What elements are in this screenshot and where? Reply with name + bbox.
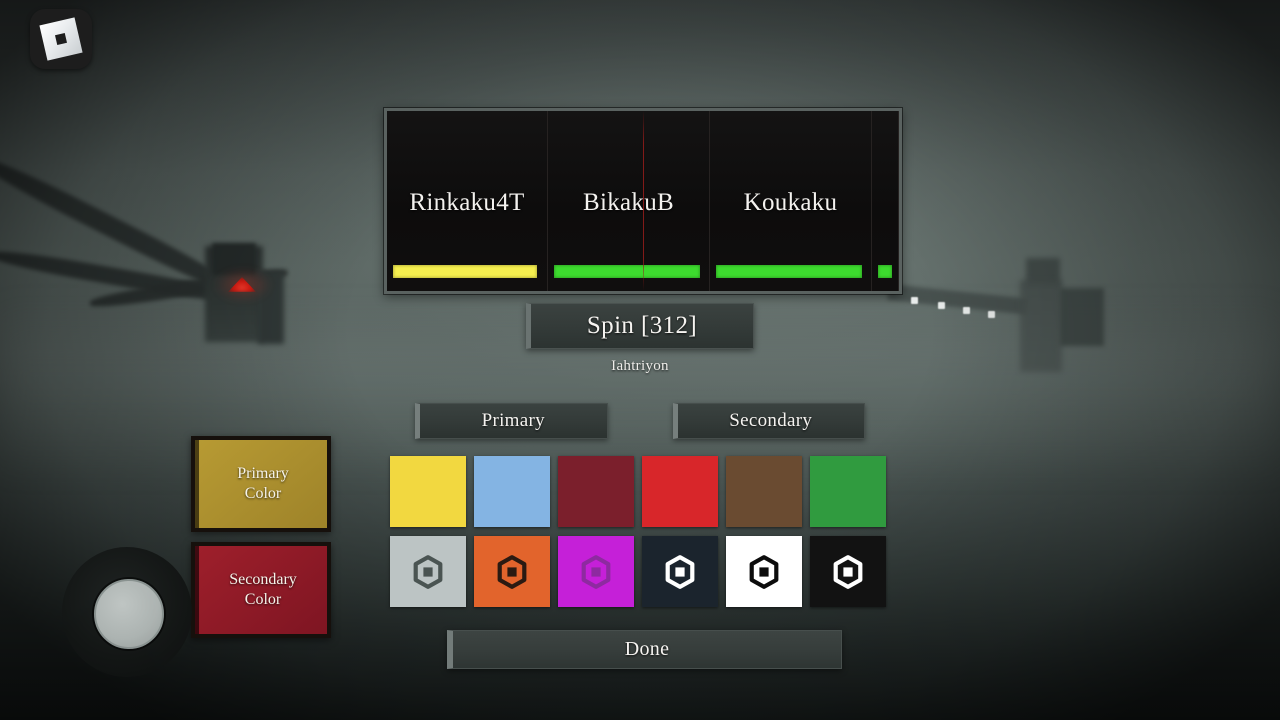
- kagune-slot-3-bar: [716, 265, 865, 278]
- kagune-slot-2-bar-fill: [554, 265, 701, 278]
- player-character-right-accessory: [1060, 288, 1104, 346]
- color-target-tabs: Primary Secondary: [415, 403, 865, 439]
- roblox-icon: [749, 554, 779, 589]
- primary-color-swatch: Primary Color: [195, 440, 327, 528]
- spin-button[interactable]: Spin [312]: [526, 303, 754, 349]
- kagune-slot-3[interactable]: Koukaku: [710, 111, 872, 291]
- primary-color-label-line2: Color: [244, 485, 282, 502]
- swatch-green[interactable]: [810, 456, 886, 527]
- kagune-slot-1-label: Rinkaku4T: [409, 189, 525, 216]
- done-button[interactable]: Done: [447, 630, 842, 669]
- swatch-dark-navy[interactable]: [642, 536, 718, 607]
- swatch-light-blue[interactable]: [474, 456, 550, 527]
- kagune-slot-4-bar-fill: [878, 265, 892, 278]
- game-screen: Rinkaku4T BikakuB Koukaku Spin [312] Iah…: [0, 0, 1280, 720]
- roblox-icon: [413, 554, 443, 589]
- tab-secondary-label: Secondary: [729, 410, 813, 431]
- swatch-magenta[interactable]: [558, 536, 634, 607]
- player-username: Iahtriyon: [611, 358, 669, 374]
- tab-secondary[interactable]: Secondary: [672, 403, 865, 439]
- secondary-color-label-line2: Color: [244, 591, 282, 608]
- secondary-color-button[interactable]: Secondary Color: [191, 542, 331, 638]
- kagune-slot-4-bar: [878, 265, 892, 278]
- swatch-black[interactable]: [810, 536, 886, 607]
- secondary-color-swatch: Secondary Color: [195, 546, 327, 634]
- background-light-dot: [911, 297, 918, 304]
- roblox-icon: [833, 554, 863, 589]
- swatch-red[interactable]: [642, 456, 718, 527]
- primary-color-button[interactable]: Primary Color: [191, 436, 331, 532]
- secondary-color-label-line1: Secondary: [229, 571, 297, 588]
- roblox-icon: [665, 554, 695, 589]
- kagune-slot-1-bar: [393, 265, 541, 278]
- background-light-dot: [963, 307, 970, 314]
- done-button-label: Done: [624, 638, 670, 660]
- roblox-icon: [581, 554, 611, 589]
- swatch-dark-maroon[interactable]: [558, 456, 634, 527]
- swatch-brown[interactable]: [726, 456, 802, 527]
- swatch-yellow[interactable]: [390, 456, 466, 527]
- kagune-slot-2[interactable]: BikakuB: [548, 111, 710, 291]
- roblox-tile-hole: [55, 33, 67, 45]
- background-light-dot: [988, 311, 995, 318]
- primary-color-label-line1: Primary: [237, 465, 289, 482]
- kagune-inventory-panel: Rinkaku4T BikakuB Koukaku: [384, 108, 902, 294]
- kagune-slot-2-label: BikakuB: [583, 189, 674, 216]
- background-light-dot: [938, 302, 945, 309]
- kagune-slot-4[interactable]: [872, 111, 899, 291]
- swatch-white[interactable]: [726, 536, 802, 607]
- primary-color-label: Primary Color: [237, 464, 289, 504]
- spin-button-wrap: Spin [312]: [526, 303, 754, 349]
- palette-row-1: [390, 456, 890, 527]
- roblox-icon: [497, 554, 527, 589]
- tab-primary-label: Primary: [481, 410, 545, 431]
- secondary-color-label: Secondary Color: [229, 570, 297, 610]
- kagune-slot-3-bar-fill: [716, 265, 863, 278]
- kagune-slot-3-label: Koukaku: [743, 189, 838, 216]
- swatch-orange[interactable]: [474, 536, 550, 607]
- roblox-tile-icon: [39, 17, 83, 61]
- swatch-light-gray[interactable]: [390, 536, 466, 607]
- kagune-slot-1-bar-fill: [393, 265, 537, 278]
- panel-center-divider: [643, 111, 644, 291]
- movement-joystick[interactable]: [62, 547, 192, 677]
- joystick-knob[interactable]: [94, 579, 164, 649]
- roblox-menu-button[interactable]: [30, 9, 92, 69]
- palette-row-2: [390, 536, 890, 607]
- spin-button-label: Spin [312]: [586, 312, 698, 339]
- tab-primary[interactable]: Primary: [415, 403, 608, 439]
- kagune-slot-1[interactable]: Rinkaku4T: [387, 111, 548, 291]
- kagune-slot-2-bar: [554, 265, 703, 278]
- color-palette-grid: [390, 456, 890, 607]
